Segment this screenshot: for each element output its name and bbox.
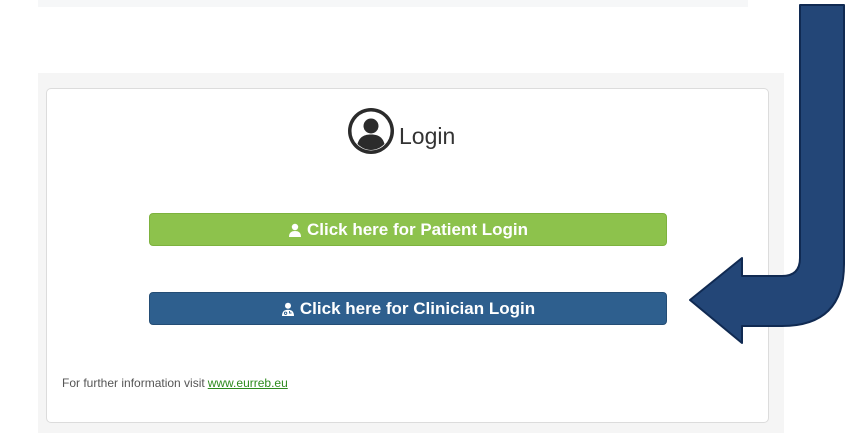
clinician-login-label: Click here for Clinician Login [299,298,536,318]
login-title: Login [399,122,456,149]
info-prefix: For further information visit [62,376,205,390]
eurreb-link[interactable]: www.eurreb.eu [208,376,288,390]
further-info-text: For further information visit www.eurreb.… [62,376,288,390]
clinician-login-button[interactable]: Click here for Clinician Login [149,292,667,325]
user-icon [288,223,301,237]
user-md-icon [281,302,294,316]
top-strip [38,0,748,7]
login-header: Login [347,107,455,155]
patient-login-label: Click here for Patient Login [306,219,529,239]
user-circle-icon [348,108,394,154]
patient-login-button[interactable]: Click here for Patient Login [149,213,667,246]
login-card: Login Click here for Patient Login Click… [46,88,769,423]
